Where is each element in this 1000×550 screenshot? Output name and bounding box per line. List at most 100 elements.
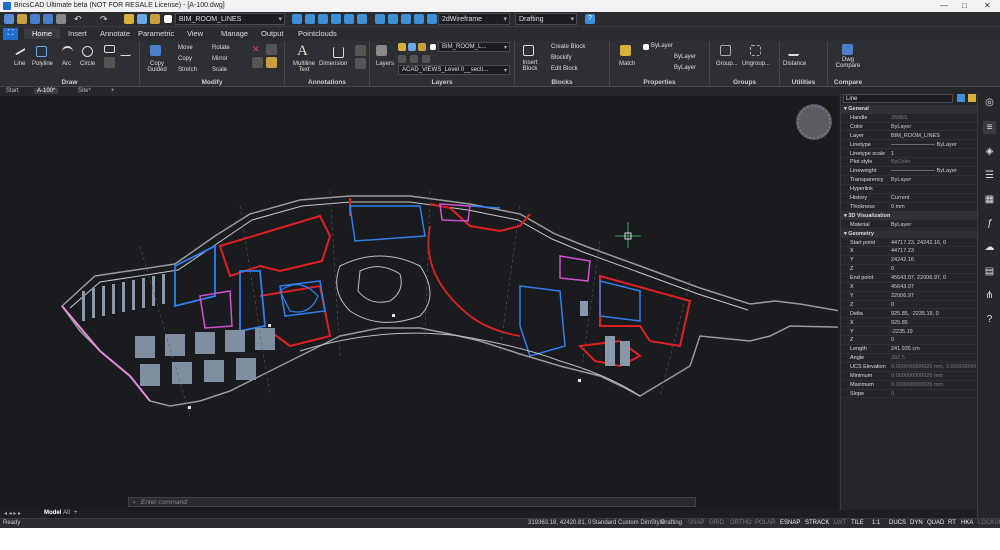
dimension-button[interactable]: Dimension — [319, 61, 347, 67]
line-button[interactable]: Line — [14, 61, 25, 67]
tool-icon-3[interactable] — [318, 14, 328, 24]
select-objects-icon[interactable] — [957, 94, 965, 102]
property-value[interactable]: 0.000000000026 mm — [891, 382, 976, 388]
property-row[interactable]: Y -2235.19 — [841, 328, 978, 337]
status-dimstyle[interactable]: Custom DimStyle — [618, 520, 664, 526]
status-toggle-rt[interactable]: RT — [948, 520, 956, 526]
lightbulb-icon[interactable]: ◎ — [983, 96, 996, 109]
doctab-site[interactable]: Site* — [75, 88, 94, 94]
tool-icon-10[interactable] — [414, 14, 424, 24]
tool-icon-6[interactable] — [357, 14, 367, 24]
property-value[interactable]: ———————— ByLayer — [891, 142, 976, 148]
polyline-button[interactable]: Polyline — [32, 61, 53, 67]
layer-lock-icon-2[interactable] — [418, 43, 426, 51]
distance-button[interactable]: Distance — [783, 61, 806, 67]
property-row[interactable]: Minimum 0.000000000026 mm — [841, 372, 978, 381]
property-value[interactable]: ByColor — [891, 159, 976, 165]
group-icon[interactable] — [720, 45, 731, 56]
property-row[interactable]: Delta 925.85, -2235.19, 0 — [841, 310, 978, 319]
status-toggle-ortho[interactable]: ORTHO — [730, 520, 752, 526]
layer-tool-icon-3[interactable] — [422, 55, 430, 63]
layers-button[interactable]: Layers — [376, 61, 394, 67]
property-row[interactable]: End point 45643.07, 22006.97, 0 — [841, 274, 978, 283]
status-toggle-esnap[interactable]: ESNAP — [780, 520, 800, 526]
leader-icon[interactable] — [355, 45, 366, 56]
property-row[interactable]: Length 241.935 cm — [841, 345, 978, 354]
property-section[interactable]: ▾ 3D Visualization — [841, 211, 978, 221]
property-value[interactable]: 0 — [891, 337, 976, 343]
tool-icon-5[interactable] — [344, 14, 354, 24]
status-toggle-hka[interactable]: HKA — [961, 520, 973, 526]
status-toggle-ducs[interactable]: DUCS — [889, 520, 906, 526]
status-toggle-tile[interactable]: TILE — [851, 520, 864, 526]
property-value[interactable]: 22006.97 — [891, 293, 976, 299]
scale-button[interactable]: Scale — [212, 67, 227, 73]
group-button[interactable]: Group... — [716, 61, 738, 67]
layers-panel-icon[interactable]: ◈ — [983, 145, 996, 158]
property-section[interactable]: ▾ General — [841, 105, 978, 114]
property-row[interactable]: History Current — [841, 194, 978, 203]
property-row[interactable]: Linetype scale 1 — [841, 150, 978, 159]
layer-dropdown[interactable]: BIM_ROOM_LINES — [175, 13, 285, 25]
property-value[interactable]: 0 — [891, 391, 976, 397]
tab-parametric[interactable]: Parametric — [138, 29, 174, 38]
ungroup-icon[interactable] — [750, 45, 761, 56]
property-value[interactable]: 925.85, -2235.19, 0 — [891, 311, 976, 317]
structure-icon[interactable]: ☰ — [983, 169, 996, 182]
property-row[interactable]: Lineweight ———————— ByLayer — [841, 167, 978, 176]
table-icon[interactable] — [355, 58, 366, 69]
property-row[interactable]: X 925.85 — [841, 319, 978, 328]
property-value[interactable]: 1 — [891, 151, 976, 157]
tool-icon-7[interactable] — [375, 14, 385, 24]
property-value[interactable]: ByLayer — [891, 177, 976, 183]
property-row[interactable]: Thickness 0 mm — [841, 203, 978, 212]
line-icon[interactable] — [13, 44, 26, 56]
property-row[interactable]: X 45643.07 — [841, 283, 978, 292]
status-toggle-1-1[interactable]: 1:1 — [872, 520, 880, 526]
property-row[interactable]: Maximum 0.000000000026 mm — [841, 381, 978, 390]
help-panel-icon[interactable]: ? — [983, 313, 996, 326]
status-toggle-lwt[interactable]: LWT — [834, 520, 846, 526]
stretch-button[interactable]: Stretch — [178, 67, 197, 73]
match-button[interactable]: Match — [619, 61, 635, 67]
print-icon[interactable] — [56, 14, 66, 24]
property-value[interactable]: 0 — [891, 266, 976, 272]
edit-block-button[interactable]: Edit Block — [551, 66, 578, 72]
property-value[interactable]: 24242.16 — [891, 257, 976, 263]
multiline-text-button[interactable]: Multiline Text — [287, 61, 321, 73]
fillet-icon[interactable] — [252, 57, 263, 68]
quick-select-icon[interactable] — [968, 94, 976, 102]
save-as-icon[interactable] — [43, 14, 53, 24]
doctab-a100[interactable]: A-100* — [34, 88, 59, 94]
function-icon[interactable]: ƒ — [983, 217, 996, 230]
property-row[interactable]: Layer BIM_ROOM_LINES — [841, 132, 978, 141]
property-value[interactable]: 255BS — [891, 115, 976, 121]
property-value[interactable]: 0 — [891, 302, 976, 308]
property-value[interactable]: 241.935 cm — [891, 346, 976, 352]
layer-freeze-icon-2[interactable] — [408, 43, 416, 51]
tool-icon-8[interactable] — [388, 14, 398, 24]
tab-manage[interactable]: Manage — [221, 29, 248, 38]
erase-icon[interactable]: ✕ — [252, 44, 263, 55]
tab-output[interactable]: Output — [261, 29, 284, 38]
layers-icon[interactable] — [376, 45, 387, 56]
layer-tool-icon-2[interactable] — [410, 55, 418, 63]
layer-freeze-icon[interactable] — [137, 14, 147, 24]
property-row[interactable]: Hyperlink — [841, 185, 978, 194]
library-icon[interactable]: ▦ — [983, 193, 996, 206]
property-value[interactable]: 0.000000000026 mm — [891, 373, 976, 379]
status-toggle-polar[interactable]: POLAR — [755, 520, 775, 526]
property-value[interactable]: ———————— ByLayer — [891, 168, 976, 174]
entity-type-dropdown[interactable]: Line — [843, 94, 953, 103]
property-value[interactable]: 0 mm — [891, 204, 976, 210]
status-textstyle[interactable]: Standard — [592, 520, 616, 526]
layer-state-icon[interactable] — [124, 14, 134, 24]
distance-icon[interactable] — [788, 45, 799, 56]
property-value[interactable]: 0.000000000026 mm, 0.000000000 — [891, 364, 976, 370]
command-line[interactable]: › Enter command — [128, 497, 696, 507]
app-menu-button[interactable]: ⛶ — [3, 28, 18, 40]
property-row[interactable]: Color ByLayer — [841, 123, 978, 132]
drawing-canvas[interactable] — [0, 96, 882, 510]
minimize-button[interactable]: — — [940, 1, 948, 10]
property-value[interactable]: ByLayer — [891, 222, 976, 228]
